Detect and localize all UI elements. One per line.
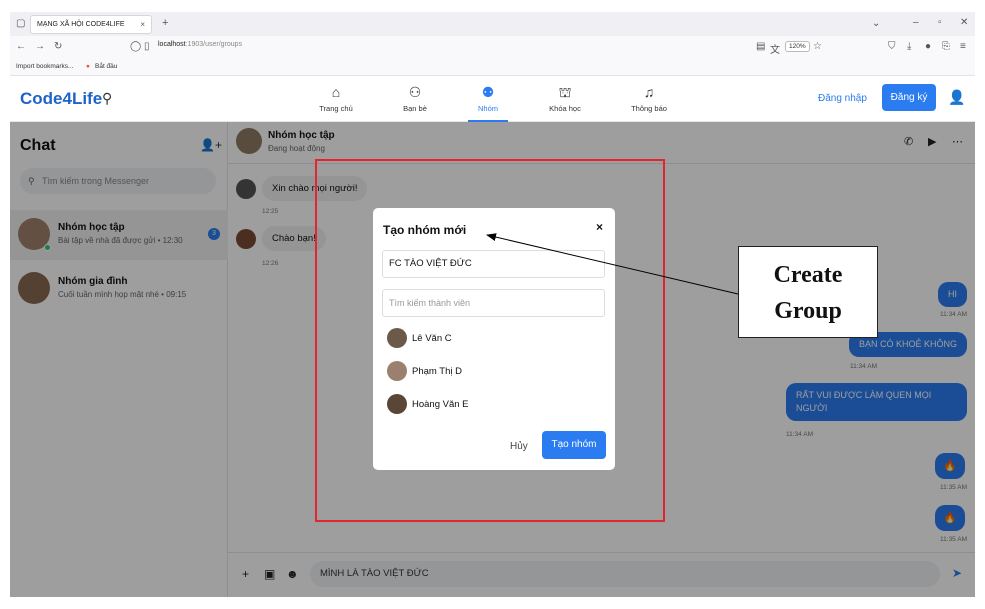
annotation-callout: Create Group xyxy=(738,246,878,338)
callout-line: Create xyxy=(773,262,843,288)
screenshot-frame: ▢ MẠNG XÃ HỘI CODE4LIFE × + ⌄ – ▫ ✕ ← → … xyxy=(10,12,975,597)
callout-line: Group xyxy=(774,298,842,324)
